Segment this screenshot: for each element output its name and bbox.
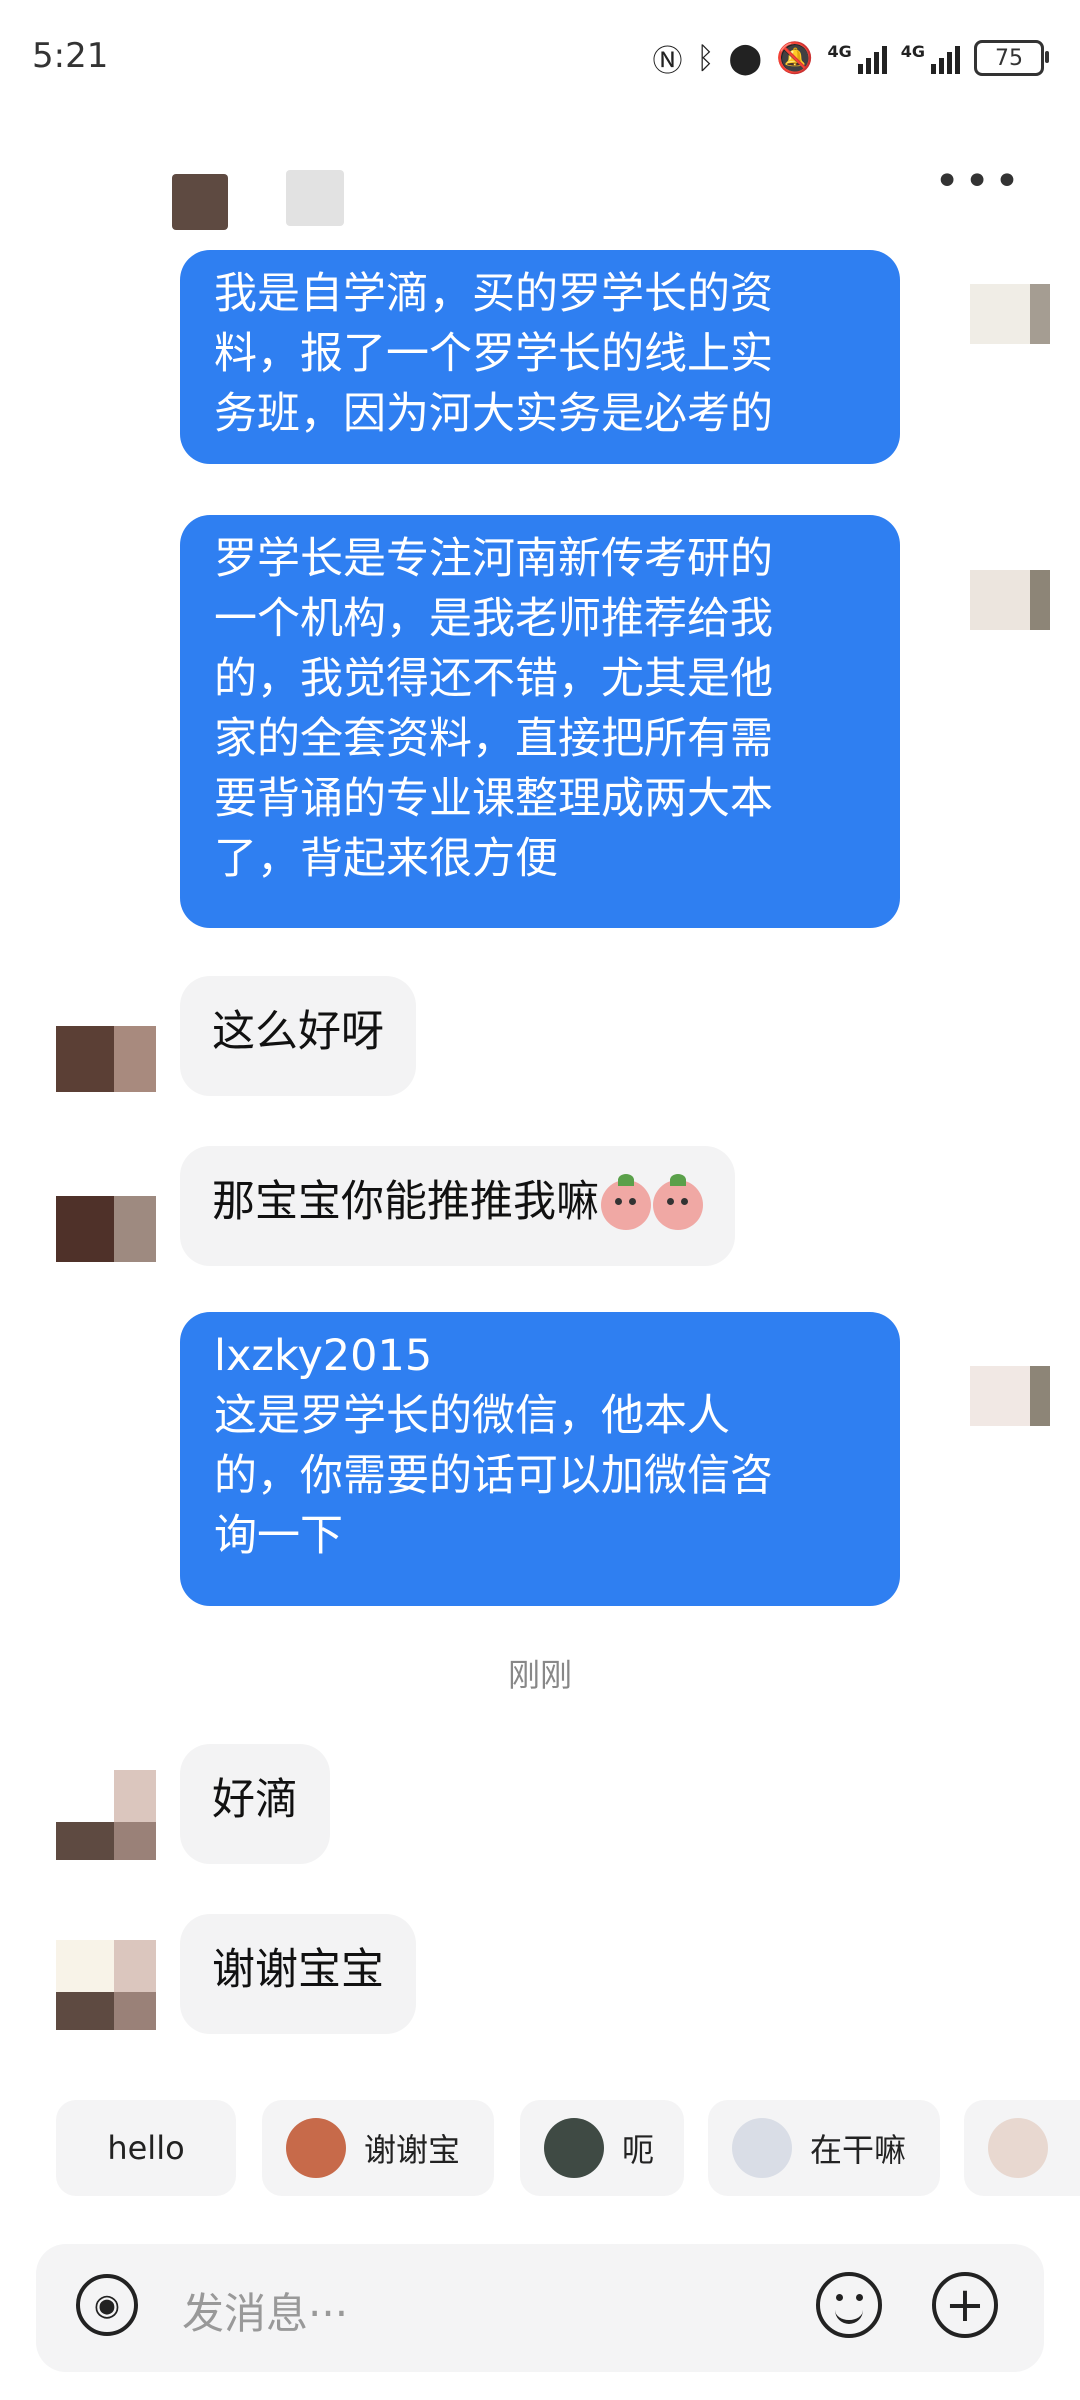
signal-icon-2: 4G xyxy=(901,42,960,74)
quick-reply-chip-partial[interactable] xyxy=(964,2100,1080,2196)
contact-name-redacted xyxy=(286,170,344,226)
battery-icon: 75 xyxy=(974,40,1049,76)
message-text: 我是自学滴，买的罗学长的资 料，报了一个罗学长的线上实 务班，因为河大实务是必考… xyxy=(214,269,773,439)
quick-reply-label: 在干嘛 xyxy=(810,2131,907,2169)
my-avatar[interactable] xyxy=(970,1366,1050,1426)
contact-avatar[interactable] xyxy=(56,1770,156,1860)
quick-reply-chip[interactable]: 呃 xyxy=(520,2100,684,2196)
mute-bell-icon: 🔕 xyxy=(776,40,814,76)
nfc-icon: Ⓝ xyxy=(652,44,683,79)
message-text: 这么好呀 xyxy=(212,1007,384,1057)
my-avatar[interactable] xyxy=(970,570,1050,630)
contact-avatar[interactable] xyxy=(56,1196,156,1262)
contact-avatar[interactable] xyxy=(56,1026,156,1092)
status-icons: Ⓝ ᛒ ⬤ 🔕 4G 4G 75 xyxy=(652,30,1049,86)
message-bubble-incoming[interactable]: 那宝宝你能推推我嘛 xyxy=(180,1146,735,1266)
message-text: 好滴 xyxy=(212,1775,298,1825)
bluetooth-icon: ᛒ xyxy=(696,40,715,76)
cat-sticker-icon xyxy=(544,2118,604,2178)
quick-reply-chip[interactable]: hello xyxy=(56,2100,236,2196)
status-bar: 5:21 Ⓝ ᛒ ⬤ 🔕 4G 4G 75 xyxy=(0,0,1080,120)
voice-input-icon[interactable]: ◉ xyxy=(76,2274,138,2336)
monkey-sticker-icon xyxy=(286,2118,346,2178)
message-bubble-outgoing[interactable]: 罗学长是专注河南新传考研的 一个机构，是我老师推荐给我 的，我觉得还不错，尤其是… xyxy=(180,515,900,928)
message-text: 罗学长是专注河南新传考研的 一个机构，是我老师推荐给我 的，我觉得还不错，尤其是… xyxy=(214,534,773,884)
quick-reply-label: 呃 xyxy=(622,2131,655,2169)
status-time: 5:21 xyxy=(32,36,109,76)
message-input-bar: ◉ 发消息··· + xyxy=(36,2244,1044,2372)
message-timestamp: 刚刚 xyxy=(507,1656,572,1694)
message-bubble-incoming[interactable]: 谢谢宝宝 xyxy=(180,1914,416,2034)
message-bubble-outgoing[interactable]: lxzky2015 这是罗学长的微信，他本人 的，你需要的话可以加微信咨 询一下 xyxy=(180,1312,900,1606)
battery-level: 75 xyxy=(995,45,1023,71)
emoji-icon[interactable] xyxy=(816,2272,882,2338)
message-text: 谢谢宝宝 xyxy=(212,1945,384,1995)
location-icon: ⬤ xyxy=(728,40,763,76)
message-input[interactable]: 发消息··· xyxy=(182,2280,348,2341)
sticker-icon xyxy=(988,2118,1048,2178)
contact-avatar[interactable] xyxy=(56,1940,156,2030)
message-text: 那宝宝你能推推我嘛 xyxy=(212,1172,703,1232)
network-label-1: 4G xyxy=(827,42,852,61)
chat-header: ••• xyxy=(0,140,1080,240)
signal-icon-1: 4G xyxy=(827,42,887,74)
message-bubble-outgoing[interactable]: 我是自学滴，买的罗学长的资 料，报了一个罗学长的线上实 务班，因为河大实务是必考… xyxy=(180,250,900,464)
plus-icon[interactable]: + xyxy=(932,2272,998,2338)
quick-reply-label: 谢谢宝 xyxy=(364,2131,461,2169)
contact-avatar[interactable] xyxy=(172,174,228,230)
network-label-2: 4G xyxy=(900,42,925,61)
quick-reply-bar: hello 谢谢宝 呃 在干嘛 xyxy=(0,2100,1080,2196)
quick-reply-chip[interactable]: 谢谢宝 xyxy=(262,2100,494,2196)
more-options-icon[interactable]: ••• xyxy=(934,160,1024,204)
message-bubble-incoming[interactable]: 这么好呀 xyxy=(180,976,416,1096)
quick-reply-chip[interactable]: 在干嘛 xyxy=(708,2100,940,2196)
message-text: lxzky2015 这是罗学长的微信，他本人 的，你需要的话可以加微信咨 询一下 xyxy=(214,1331,773,1561)
message-bubble-incoming[interactable]: 好滴 xyxy=(180,1744,330,1864)
pig-emoji-icon xyxy=(601,1173,651,1230)
quick-reply-label: hello xyxy=(107,2129,185,2167)
message-text-content: 那宝宝你能推推我嘛 xyxy=(212,1177,599,1227)
my-avatar[interactable] xyxy=(970,284,1050,344)
cartoon-sticker-icon xyxy=(732,2118,792,2178)
pig-emoji-icon xyxy=(653,1173,703,1230)
